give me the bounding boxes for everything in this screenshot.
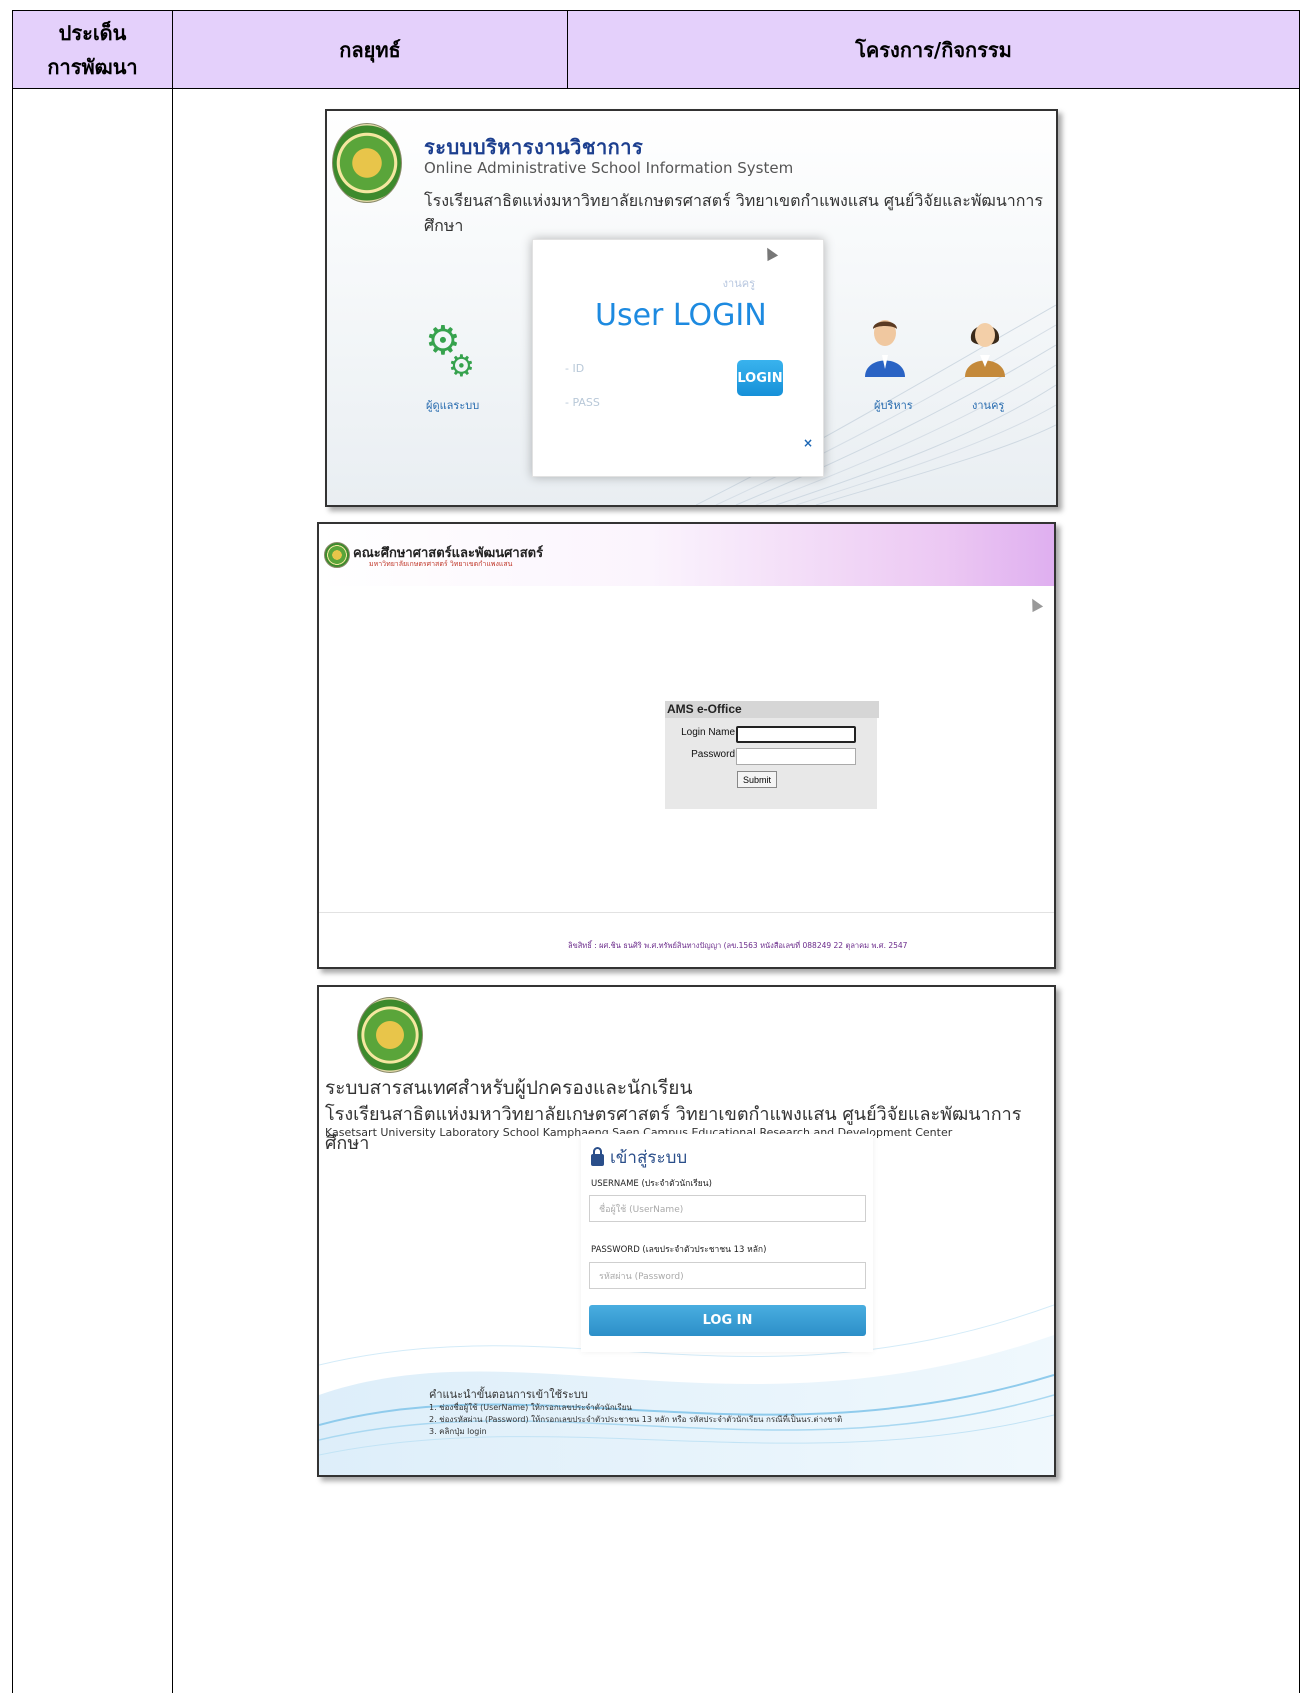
role-executive-label[interactable]: ผู้บริหาร bbox=[874, 396, 913, 414]
password-label: Password bbox=[691, 749, 735, 760]
close-icon[interactable]: × bbox=[803, 436, 813, 450]
screenshot-parent-student-system: ระบบสารสนเทศสำหรับผู้ปกครองและนักเรียน โ… bbox=[317, 985, 1056, 1477]
faculty-seal-logo bbox=[324, 542, 350, 568]
header-development-issue-line2: การพัฒนา bbox=[47, 54, 138, 79]
mouse-cursor-icon bbox=[1026, 595, 1044, 613]
header-development-issue: ประเด็น การพัฒนา bbox=[13, 11, 172, 88]
school-name: โรงเรียนสาธิตแห่งมหาวิทยาลัยเกษตรศาสตร์ … bbox=[424, 191, 1043, 235]
screenshot-academic-system: ระบบบริหารงานวิชาการ Online Administrati… bbox=[325, 109, 1058, 507]
table-divider-col1 bbox=[172, 10, 173, 1693]
table-border-right bbox=[1299, 10, 1300, 1693]
header-strategy-text: กลยุทธ์ bbox=[339, 37, 401, 62]
faculty-banner-subtitle: มหาวิทยาลัยเกษตรศาสตร์ วิทยาเขตกำแพงแสน bbox=[369, 560, 513, 568]
login-button[interactable]: LOGIN bbox=[737, 360, 783, 396]
faculty-banner: คณะศึกษาศาสตร์และพัฒนศาสตร์ มหาวิทยาลัยเ… bbox=[319, 524, 1054, 586]
pass-field-label[interactable]: - PASS bbox=[565, 396, 600, 409]
password-input[interactable] bbox=[736, 748, 856, 765]
role-teacher-label[interactable]: งานครู bbox=[972, 396, 1004, 414]
login-subtitle: งานครู bbox=[722, 277, 755, 290]
login-title-text: เข้าสู่ระบบ bbox=[610, 1148, 688, 1168]
login-heading: User LOGIN bbox=[595, 298, 767, 333]
password-input[interactable]: รหัสผ่าน (Password) bbox=[589, 1262, 866, 1289]
id-field-label[interactable]: - ID bbox=[565, 362, 584, 375]
table-border-left bbox=[12, 10, 13, 1693]
school-seal-logo bbox=[332, 123, 402, 203]
username-label: USERNAME (ประจำตัวนักเรียน) bbox=[591, 1179, 712, 1189]
system-title-english: Online Administrative School Information… bbox=[424, 159, 794, 177]
usage-guide-step: 3. คลิกปุ่ม login bbox=[429, 1427, 487, 1436]
footer-divider bbox=[319, 912, 1054, 913]
header-strategy: กลยุทธ์ bbox=[173, 11, 567, 88]
role-admin-label[interactable]: ผู้ดูแลระบบ bbox=[426, 396, 479, 414]
ams-form-title: AMS e-Office bbox=[665, 701, 879, 718]
user-login-modal: งานครู User LOGIN - ID - PASS LOGIN × bbox=[532, 239, 824, 477]
login-name-label: Login Name bbox=[681, 727, 735, 738]
executive-person-icon[interactable] bbox=[863, 317, 907, 377]
lock-icon bbox=[591, 1146, 604, 1166]
teacher-person-icon[interactable] bbox=[963, 317, 1007, 377]
school-seal-logo bbox=[357, 997, 423, 1073]
header-projects: โครงการ/กิจกรรม bbox=[568, 11, 1299, 88]
copyright-footer: ลิขสิทธิ์ : ผศ.ชิน ธนศิริ พ.ศ.ทรัพย์สินท… bbox=[568, 941, 908, 950]
header-projects-text: โครงการ/กิจกรรม bbox=[855, 37, 1012, 62]
header-development-issue-line1: ประเด็น bbox=[58, 20, 127, 45]
login-panel: เข้าสู่ระบบ USERNAME (ประจำตัวนักเรียน) … bbox=[581, 1134, 873, 1352]
submit-button[interactable]: Submit bbox=[737, 771, 777, 788]
ams-login-form: AMS e-Office Login Name Password Submit bbox=[665, 701, 879, 809]
login-button[interactable]: LOG IN bbox=[589, 1305, 866, 1336]
gear-small-icon: ⚙ bbox=[448, 349, 475, 384]
login-title: เข้าสู่ระบบ bbox=[591, 1144, 687, 1171]
password-label: PASSWORD (เลขประจำตัวประชาชน 13 หลัก) bbox=[591, 1245, 767, 1255]
table-border-header-bottom bbox=[12, 88, 1300, 89]
login-name-input[interactable] bbox=[736, 726, 856, 743]
username-input[interactable]: ชื่อผู้ใช้ (UserName) bbox=[589, 1195, 866, 1222]
usage-guide-step: 2. ช่องรหัสผ่าน (Password) ให้กรอกเลขประ… bbox=[429, 1415, 843, 1424]
screenshot-ams-eoffice: คณะศึกษาศาสตร์และพัฒนศาสตร์ มหาวิทยาลัยเ… bbox=[317, 522, 1056, 969]
